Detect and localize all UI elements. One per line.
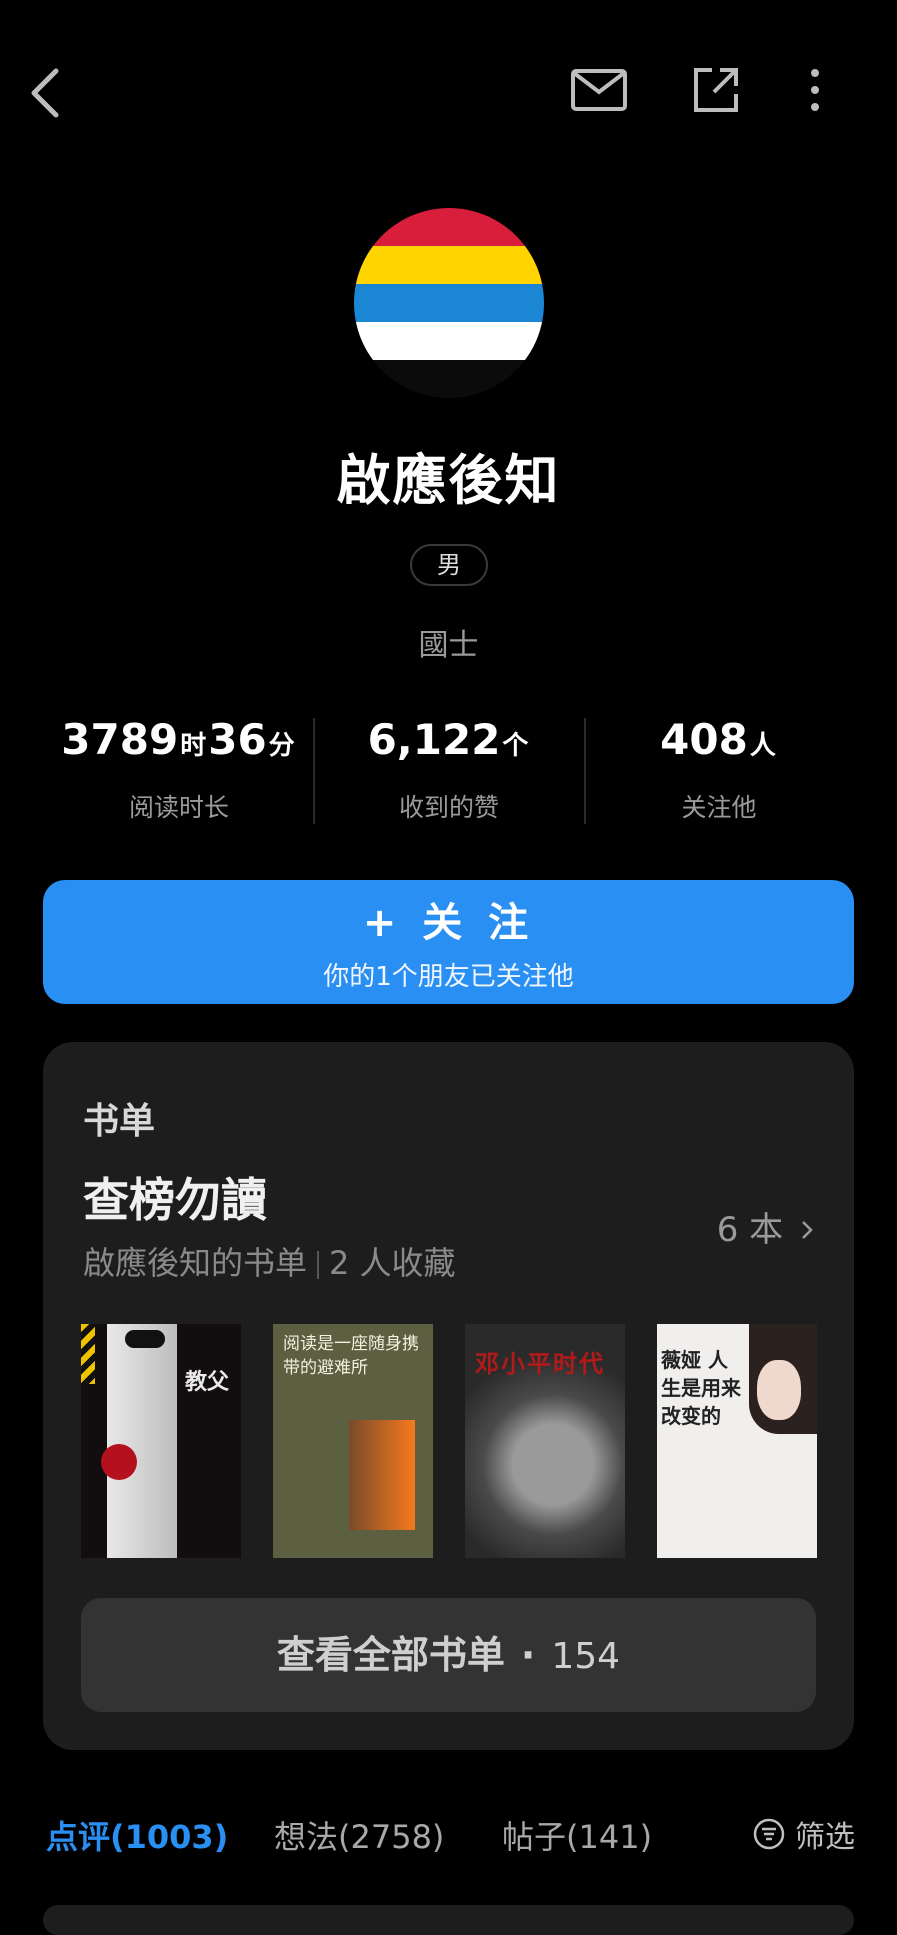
dot-separator: ·: [520, 1633, 536, 1677]
follow-button[interactable]: + 关 注 你的1个朋友已关注他: [43, 880, 854, 1004]
avatar-stripe-yellow: [354, 246, 544, 284]
cover-doorway: [349, 1420, 415, 1530]
avatar[interactable]: [354, 208, 544, 398]
cover-stripe: [81, 1324, 95, 1384]
follow-label: + 关 注: [362, 900, 535, 946]
filter-label: 筛选: [795, 1820, 855, 1855]
stat-value: 408人: [660, 715, 776, 764]
section-label: 书单: [83, 1101, 156, 1142]
gender-badge: 男: [410, 544, 488, 586]
follow-friends-note: 你的1个朋友已关注他: [323, 962, 574, 992]
stat-value: 6,122个: [367, 715, 529, 764]
book-title: 薇娅 人生是用来改变的: [661, 1348, 741, 1428]
stat-label: 收到的赞: [398, 793, 499, 822]
mail-icon: [571, 69, 627, 111]
message-button[interactable]: [568, 64, 630, 116]
view-all-count: 154: [551, 1636, 621, 1677]
more-vertical-icon: [811, 69, 819, 111]
share-button[interactable]: [690, 64, 742, 116]
content-tabs: 点评(1003) 想法(2758) 帖子(141) 筛选: [0, 1812, 897, 1872]
meta-divider: [317, 1251, 320, 1279]
cover-bowtie: [125, 1330, 165, 1348]
booklist-count[interactable]: 6 本: [717, 1202, 814, 1251]
cover-tux-shirt: [107, 1324, 177, 1558]
book-cover[interactable]: 邓小平时代: [465, 1324, 625, 1558]
more-button[interactable]: [800, 64, 830, 116]
stats-row: 3789时36分 阅读时长 6,122个 收到的赞 408人 关注他: [0, 712, 897, 824]
stat-label: 阅读时长: [128, 793, 229, 822]
filter-button[interactable]: 筛选: [753, 1812, 855, 1856]
tab-posts[interactable]: 帖子(141): [502, 1812, 652, 1858]
top-bar: [0, 0, 897, 190]
avatar-stripe-white: [354, 322, 544, 360]
book-cover[interactable]: 教父: [81, 1324, 241, 1558]
cover-rose: [101, 1444, 137, 1480]
filter-icon: [753, 1818, 785, 1850]
avatar-stripe-red: [354, 208, 544, 246]
stat-label: 关注他: [681, 793, 757, 822]
book-title: 教父: [185, 1369, 230, 1395]
count-label: 6 本: [716, 1210, 784, 1250]
chevron-right-icon: [802, 1221, 813, 1239]
next-card-edge: [43, 1905, 854, 1935]
chevron-left-icon: [31, 68, 59, 118]
booklist-owner: 啟應後知的书单: [83, 1244, 308, 1282]
book-cover[interactable]: 阅读是一座随身携带的避难所: [273, 1324, 433, 1558]
tab-reviews[interactable]: 点评(1003): [46, 1812, 228, 1858]
username: 啟應後知: [336, 449, 561, 512]
booklist-meta: 啟應後知的书单 2 人收藏: [83, 1238, 456, 1284]
tab-thoughts[interactable]: 想法(2758): [274, 1812, 444, 1858]
stat-followers[interactable]: 408人 关注他: [584, 712, 854, 824]
booklist-title: 查榜勿讀: [83, 1173, 267, 1227]
booklist-card[interactable]: 书单 查榜勿讀 啟應後知的书单 2 人收藏 6 本 教父 阅读是一座随身携带的避难…: [43, 1042, 854, 1750]
avatar-stripe-black: [354, 360, 544, 398]
back-button[interactable]: [20, 58, 70, 128]
book-cover[interactable]: 薇娅 人生是用来改变的: [657, 1324, 817, 1558]
stat-value: 3789时36分: [61, 715, 295, 764]
book-title: 阅读是一座随身携带的避难所: [283, 1334, 419, 1378]
user-title: 國士: [418, 628, 479, 663]
stat-reading-time[interactable]: 3789时36分 阅读时长: [44, 712, 314, 824]
book-title: 邓小平时代: [475, 1349, 605, 1378]
view-all-label: 查看全部书单: [276, 1633, 505, 1677]
view-all-booklists-button[interactable]: 查看全部书单 · 154: [81, 1598, 816, 1712]
cover-face: [757, 1360, 801, 1420]
share-icon: [694, 68, 738, 112]
booklist-saved: 2 人收藏: [329, 1244, 456, 1282]
stat-likes[interactable]: 6,122个 收到的赞: [314, 712, 584, 824]
avatar-stripe-blue: [354, 284, 544, 322]
